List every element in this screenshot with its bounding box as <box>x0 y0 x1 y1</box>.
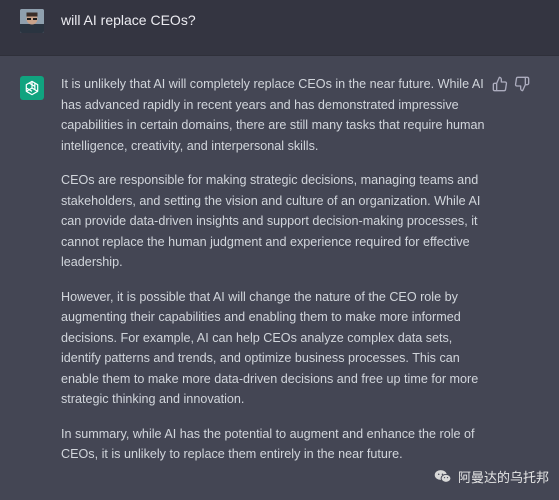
thumb-up-icon[interactable] <box>492 76 508 92</box>
answer-paragraph: It is unlikely that AI will completely r… <box>61 77 485 153</box>
answer-paragraph: In summary, while AI has the potential t… <box>61 426 475 462</box>
openai-logo-icon <box>20 76 44 100</box>
wechat-icon <box>434 470 452 483</box>
assistant-answer: It is unlikely that AI will completely r… <box>61 74 491 479</box>
assistant-message-row: It is unlikely that AI will completely r… <box>0 56 559 500</box>
user-message-row: will AI replace CEOs? <box>0 0 559 56</box>
user-avatar-image <box>20 9 44 33</box>
thumb-down-icon[interactable] <box>514 76 530 92</box>
answer-paragraph: However, it is possible that AI will cha… <box>61 289 479 407</box>
user-avatar <box>20 9 44 33</box>
watermark-text: 阿曼达的乌托邦 <box>457 470 549 485</box>
watermark: 阿曼达的乌托邦 <box>434 467 549 486</box>
user-message-text: will AI replace CEOs? <box>61 12 196 28</box>
answer-paragraph: CEOs are responsible for making strategi… <box>61 173 481 269</box>
